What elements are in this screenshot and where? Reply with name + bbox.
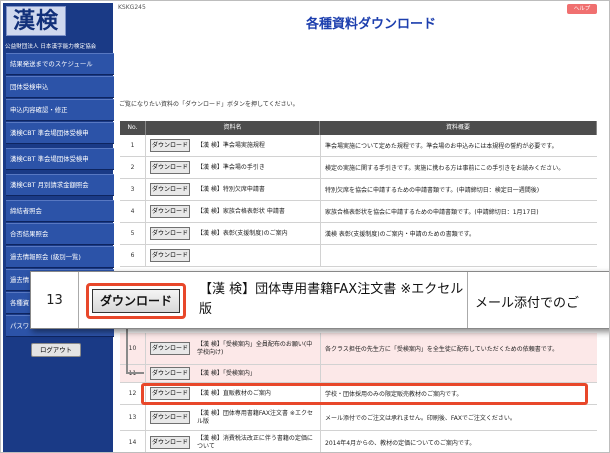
- download-button[interactable]: ダウンロード: [150, 367, 190, 380]
- logout-button[interactable]: ログアウト: [31, 343, 81, 357]
- zoom-row-desc: メール添付でのご: [475, 296, 580, 311]
- screen-id: KSKG245: [118, 4, 146, 11]
- row-name: 【漢 検】団体専用書籍FAX注文書 ※エクセル版: [197, 409, 313, 425]
- row-no: 14: [120, 431, 146, 452]
- row-no: 5: [120, 223, 146, 244]
- download-button[interactable]: ダウンロード: [150, 342, 190, 355]
- download-button[interactable]: ダウンロード: [150, 411, 190, 424]
- sidebar-item-cbt-billing[interactable]: 漢検CBT 月別請求金額照会: [6, 174, 114, 196]
- zoom-callout: 13 ダウンロード 【漢 検】団体専用書籍FAX注文書 ※エクセル版 メール添付…: [30, 271, 609, 329]
- zoom-divider: [467, 272, 468, 328]
- row-desc: 各クラス担任の先生方に「受検案内」を全生徒に配布していただくための依頼書です。: [320, 333, 597, 364]
- row-no: 10: [120, 333, 146, 364]
- header-name: 資料名: [146, 121, 320, 135]
- row-name: 【漢 検】「受検案内」全員配布のお願い(中学校向け): [197, 340, 313, 356]
- download-button[interactable]: ダウンロード: [150, 139, 190, 152]
- sidebar-item-group-apply[interactable]: 団体受検申込: [6, 76, 114, 98]
- row-desc: [320, 365, 597, 382]
- row-no: 3: [120, 179, 146, 200]
- zoom-row-no: 13: [31, 272, 79, 328]
- table-row: 3 ダウンロード 【漢 検】特別欠席申請書 特別欠席を協会に申請するための申請書…: [120, 179, 597, 201]
- table-row: 6 ダウンロード: [120, 245, 597, 267]
- table-row: 14 ダウンロード 【漢 検】消費税法改正に伴う書籍の定価について 2014年4…: [120, 431, 597, 452]
- row-name: 【漢 検】準会場実施規程: [197, 141, 265, 149]
- row-desc: 準会場実施について定めた規程です。準会場のお申込みには本規程の誓約が必要です。: [320, 135, 597, 156]
- row-no: 1: [120, 135, 146, 156]
- row-desc: 漢検 表彰(支援制度)のご案内・申請のための書類です。: [320, 223, 597, 244]
- table-row: 13 ダウンロード 【漢 検】団体専用書籍FAX注文書 ※エクセル版 メール添付…: [120, 405, 597, 431]
- table-row: 1 ダウンロード 【漢 検】準会場実施規程 準会場実施について定めた規程です。準…: [120, 135, 597, 157]
- sidebar-item-schedule[interactable]: 結果発送までのスケジュール: [6, 53, 114, 75]
- page-title: 各種資料ダウンロード: [305, 17, 436, 32]
- zoom-highlight-frame: ダウンロード: [86, 283, 186, 319]
- table-row: 4 ダウンロード 【漢 検】家族合格表彰状 申請書 家族合格表彰状を協会に申請す…: [120, 201, 597, 223]
- row-desc: [320, 245, 597, 266]
- sidebar-item-cbt-apply-2[interactable]: 漢検CBT 準会場団体受検申: [6, 148, 114, 170]
- row-name: 【漢 検】家族合格表彰状 申請書: [197, 207, 285, 215]
- org-name: 公益財団法人 日本漢字能力検定協会: [5, 44, 97, 50]
- callout-connector: [126, 372, 144, 374]
- sidebar-item-apply-confirm[interactable]: 申込内容確認・修正: [6, 99, 114, 121]
- row-no: 4: [120, 201, 146, 222]
- row-name: [197, 245, 317, 266]
- row-no: 6: [120, 245, 146, 266]
- app-window: 漢検 公益財団法人 日本漢字能力検定協会 結果発送までのスケジュール 団体受検申…: [0, 0, 610, 453]
- row-desc: 家族合格表彰状を協会に申請するための申請書類です。(申請締切日：1月17日): [320, 201, 597, 222]
- sidebar: 漢検 公益財団法人 日本漢字能力検定協会 結果発送までのスケジュール 団体受検申…: [3, 3, 114, 452]
- row-name: 【漢 検】「受検案内」: [197, 369, 256, 377]
- download-button[interactable]: ダウンロード: [150, 249, 190, 262]
- row-name: 【漢 検】表彰(支援制度)のご案内: [197, 229, 288, 237]
- row-name: 【漢 検】準会場の手引き: [197, 163, 265, 171]
- header-no: No.: [120, 121, 146, 135]
- row-name: 【漢 検】消費税法改正に伴う書籍の定価について: [197, 434, 313, 450]
- download-button[interactable]: ダウンロード: [150, 436, 190, 449]
- row-desc: 特別欠席を協会に申請するための申請書類です。(申請締切日：検定日一週間後): [320, 179, 597, 200]
- table-row: 10 ダウンロード 【漢 検】「受検案内」全員配布のお願い(中学校向け) 各クラ…: [120, 333, 597, 365]
- row-name: 【漢 検】特別欠席申請書: [197, 185, 265, 193]
- download-button[interactable]: ダウンロード: [150, 227, 190, 240]
- sidebar-item-cbt-apply-1[interactable]: 漢検CBT 準会場団体受検申: [6, 122, 114, 144]
- table-row: 5 ダウンロード 【漢 検】表彰(支援制度)のご案内 漢検 表彰(支援制度)のご…: [120, 223, 597, 245]
- row-desc: メール添付でのご注文は承れません。印刷後、FAXでご注文ください。: [320, 405, 597, 430]
- download-button[interactable]: ダウンロード: [150, 205, 190, 218]
- download-button[interactable]: ダウンロード: [150, 161, 190, 174]
- callout-connector: [126, 325, 128, 373]
- highlight-frame: [141, 383, 588, 405]
- table-row: 2 ダウンロード 【漢 検】準会場の手引き 検定の実施に関する手引きです。実施に…: [120, 157, 597, 179]
- row-no: 2: [120, 157, 146, 178]
- kanken-logo: 漢検: [6, 6, 66, 36]
- sidebar-item-past-by-grade[interactable]: 過去情報照会 (級別一覧): [6, 246, 114, 268]
- instruction-text: ご覧になりたい資料の「ダウンロード」ボタンを押してください。: [119, 101, 299, 108]
- zoom-row-name: 【漢 検】団体専用書籍FAX注文書 ※エクセル版: [199, 282, 464, 317]
- zoom-download-button[interactable]: ダウンロード: [92, 289, 180, 313]
- sidebar-item-results[interactable]: 合否結果照会: [6, 223, 114, 245]
- row-desc: 2014年4月からの、教材の定価についてのご案内です。: [320, 431, 597, 452]
- help-button[interactable]: ヘルプ: [567, 4, 597, 14]
- row-desc: 検定の実施に関する手引きです。実施に携わる方は事前にこの手引きをお読みください。: [320, 157, 597, 178]
- sidebar-item-contractor[interactable]: 締結者照会: [6, 200, 114, 222]
- table-row: 11 ダウンロード 【漢 検】「受検案内」: [120, 365, 597, 383]
- download-button[interactable]: ダウンロード: [150, 183, 190, 196]
- header-desc: 資料概要: [320, 121, 597, 135]
- row-no: 13: [120, 405, 146, 430]
